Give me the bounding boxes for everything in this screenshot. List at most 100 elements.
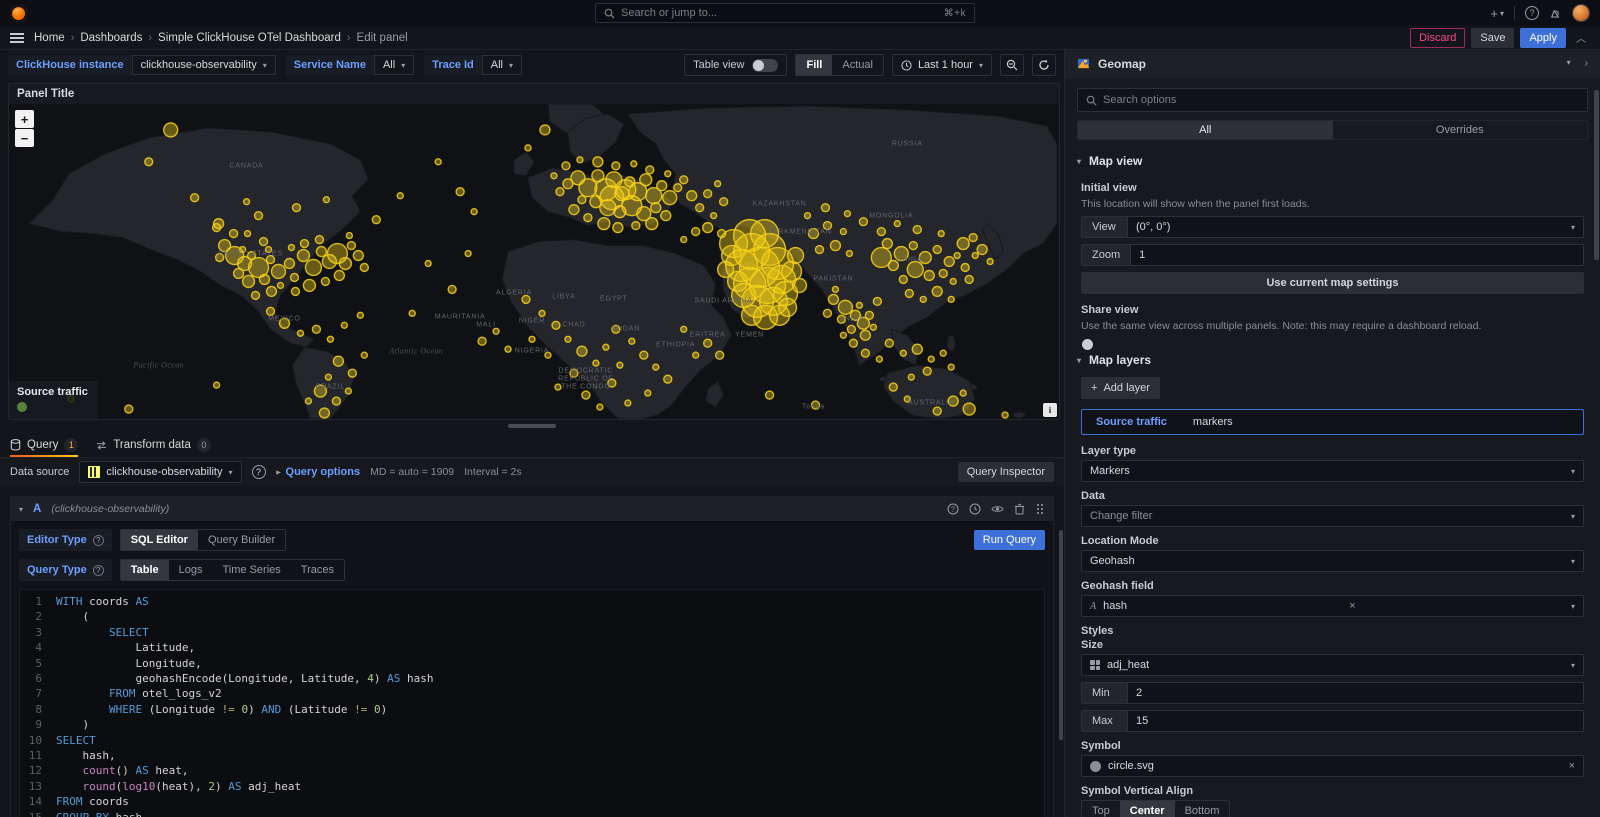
tab-query-label: Query bbox=[27, 439, 58, 451]
option-bottom[interactable]: Bottom bbox=[1175, 801, 1230, 817]
layer-name: Source traffic bbox=[1096, 416, 1167, 428]
tab-query[interactable]: Query 1 bbox=[10, 438, 78, 457]
option-fill[interactable]: Fill bbox=[796, 55, 832, 75]
datasource-help-icon[interactable]: ? bbox=[252, 465, 266, 479]
options-tab-overrides[interactable]: Overrides bbox=[1333, 121, 1588, 139]
map-zoom-in-button[interactable]: + bbox=[15, 110, 34, 128]
refresh-button[interactable] bbox=[1032, 54, 1056, 76]
apply-button[interactable]: Apply bbox=[1520, 28, 1566, 48]
line-number: 1 bbox=[20, 594, 56, 609]
query-header[interactable]: ▾ A (clickhouse-observability) ? bbox=[11, 497, 1053, 521]
discard-button[interactable]: Discard bbox=[1410, 28, 1465, 48]
save-button[interactable]: Save bbox=[1471, 28, 1514, 48]
menu-icon[interactable] bbox=[10, 33, 24, 43]
location-mode-select[interactable]: Geohash ▾ bbox=[1081, 550, 1584, 572]
sql-code-editor[interactable]: 1WITH coords AS2 (3 SELECT4 Latitude,5 L… bbox=[19, 589, 1045, 817]
variable-value-dropdown[interactable]: All▾ bbox=[374, 55, 414, 75]
max-value: 15 bbox=[1136, 715, 1148, 727]
breadcrumb-separator: › bbox=[347, 32, 351, 44]
time-range-picker[interactable]: Last 1 hour ▾ bbox=[892, 54, 992, 76]
editor-type-help-icon[interactable]: ? bbox=[93, 535, 104, 546]
svg-text:?: ? bbox=[951, 506, 955, 513]
options-scrollbar[interactable] bbox=[1594, 90, 1599, 260]
section-map-view[interactable]: ▾Map view bbox=[1065, 140, 1600, 174]
option-logs[interactable]: Logs bbox=[169, 560, 213, 580]
run-query-button[interactable]: Run Query bbox=[974, 530, 1045, 550]
table-view-toggle[interactable] bbox=[752, 59, 778, 72]
geohash-field-select[interactable]: A hash × ▾ bbox=[1081, 595, 1584, 617]
help-icon[interactable]: ? bbox=[1525, 6, 1539, 20]
delete-query-trash-icon[interactable] bbox=[1014, 503, 1025, 515]
options-tab-all[interactable]: All bbox=[1078, 121, 1333, 139]
option-traces[interactable]: Traces bbox=[291, 560, 344, 580]
user-avatar[interactable] bbox=[1572, 4, 1590, 22]
query-history-icon[interactable] bbox=[969, 503, 981, 515]
breadcrumb-item[interactable]: Dashboards bbox=[80, 32, 142, 44]
variable-clickhouse-instance: ClickHouse instanceclickhouse-observabil… bbox=[8, 55, 276, 75]
grafana-logo[interactable] bbox=[10, 5, 27, 22]
variable-value-dropdown[interactable]: clickhouse-observability▾ bbox=[132, 55, 276, 75]
layer-item-source-traffic[interactable]: Source traffic markers bbox=[1081, 409, 1584, 435]
collapse-pane-icon[interactable]: › bbox=[1585, 58, 1588, 69]
data-label: Data bbox=[1081, 490, 1584, 502]
map-attribution-icon[interactable]: i bbox=[1043, 403, 1057, 417]
option-actual[interactable]: Actual bbox=[832, 55, 883, 75]
collapse-query-icon[interactable]: ▾ bbox=[19, 505, 23, 514]
option-time-series[interactable]: Time Series bbox=[213, 560, 291, 580]
layer-type-select[interactable]: Markers ▾ bbox=[1081, 460, 1584, 482]
size-field-select[interactable]: adj_heat ▾ bbox=[1081, 654, 1584, 676]
hide-query-eye-icon[interactable] bbox=[991, 503, 1004, 515]
breadcrumb-item[interactable]: Home bbox=[34, 32, 65, 44]
use-current-map-settings-button[interactable]: Use current map settings bbox=[1081, 272, 1584, 294]
query-help-icon[interactable]: ? bbox=[947, 503, 959, 515]
view-select[interactable]: (0°, 0°) ▾ bbox=[1127, 216, 1584, 238]
drag-handle-icon[interactable] bbox=[1035, 503, 1045, 515]
panel-title[interactable]: Panel Title bbox=[9, 84, 1059, 104]
query-type-help-icon[interactable]: ? bbox=[93, 565, 104, 576]
option-table[interactable]: Table bbox=[121, 560, 169, 580]
line-number: 9 bbox=[20, 717, 56, 732]
query-inspector-button[interactable]: Query Inspector bbox=[958, 462, 1054, 482]
legend-title: Source traffic bbox=[17, 386, 88, 398]
news-icon[interactable] bbox=[1549, 7, 1562, 20]
add-layer-button[interactable]: + Add layer bbox=[1081, 377, 1160, 399]
search-placeholder: Search or jump to... bbox=[621, 7, 938, 19]
geomap-canvas[interactable]: RUSSIACANADAUNITED STATESMEXICOBRAZILKAZ… bbox=[9, 104, 1059, 419]
zoom-out-time-button[interactable] bbox=[1000, 54, 1024, 76]
variable-value-dropdown[interactable]: All▾ bbox=[482, 55, 522, 75]
map-zoom-out-button[interactable]: − bbox=[15, 129, 34, 147]
search-icon bbox=[604, 8, 615, 19]
min-value: 2 bbox=[1136, 687, 1142, 699]
section-map-layers[interactable]: ▾Map layers bbox=[1065, 339, 1600, 373]
tab-transform-data[interactable]: Transform data 0 bbox=[96, 438, 211, 457]
clickhouse-icon bbox=[88, 466, 100, 478]
clear-symbol-icon[interactable]: × bbox=[1569, 760, 1575, 772]
min-input[interactable]: 2 bbox=[1127, 682, 1584, 704]
data-select[interactable]: Change filter ▾ bbox=[1081, 505, 1584, 527]
left-scrollbar[interactable] bbox=[1059, 530, 1063, 740]
option-top[interactable]: Top bbox=[1082, 801, 1120, 817]
new-button[interactable]: +▾ bbox=[1490, 6, 1504, 21]
global-search[interactable]: Search or jump to... ⌘+k bbox=[595, 3, 975, 23]
code-line: 6 geohashEncode(Longitude, Latitude, 4) … bbox=[20, 671, 1044, 686]
table-view-label: Table view bbox=[693, 59, 744, 71]
query-options-toggle[interactable]: ▾ Query options bbox=[276, 466, 361, 478]
symbol-select[interactable]: circle.svg × bbox=[1081, 755, 1584, 777]
datasource-picker[interactable]: clickhouse-observability ▾ bbox=[79, 461, 241, 483]
option-center[interactable]: Center bbox=[1120, 801, 1175, 817]
breadcrumb-item[interactable]: Simple ClickHouse OTel Dashboard bbox=[158, 32, 341, 44]
option-query-builder[interactable]: Query Builder bbox=[198, 530, 285, 550]
max-input[interactable]: 15 bbox=[1127, 710, 1584, 732]
query-count-badge: 1 bbox=[64, 438, 78, 452]
max-label: Max bbox=[1081, 710, 1127, 732]
initial-view-description: This location will show when the panel f… bbox=[1081, 197, 1584, 211]
panel-type-chevron-icon[interactable]: ▾ bbox=[1567, 58, 1571, 69]
line-number: 13 bbox=[20, 779, 56, 794]
zoom-input[interactable]: 1 bbox=[1130, 244, 1584, 266]
collapse-options-icon[interactable]: ︿ bbox=[1572, 30, 1590, 45]
clear-icon[interactable]: × bbox=[1349, 600, 1355, 612]
time-range-label: Last 1 hour bbox=[918, 59, 973, 71]
options-search-input[interactable]: Search options bbox=[1077, 88, 1588, 112]
panel-resize-handle[interactable] bbox=[508, 424, 556, 428]
option-sql-editor[interactable]: SQL Editor bbox=[121, 530, 198, 550]
